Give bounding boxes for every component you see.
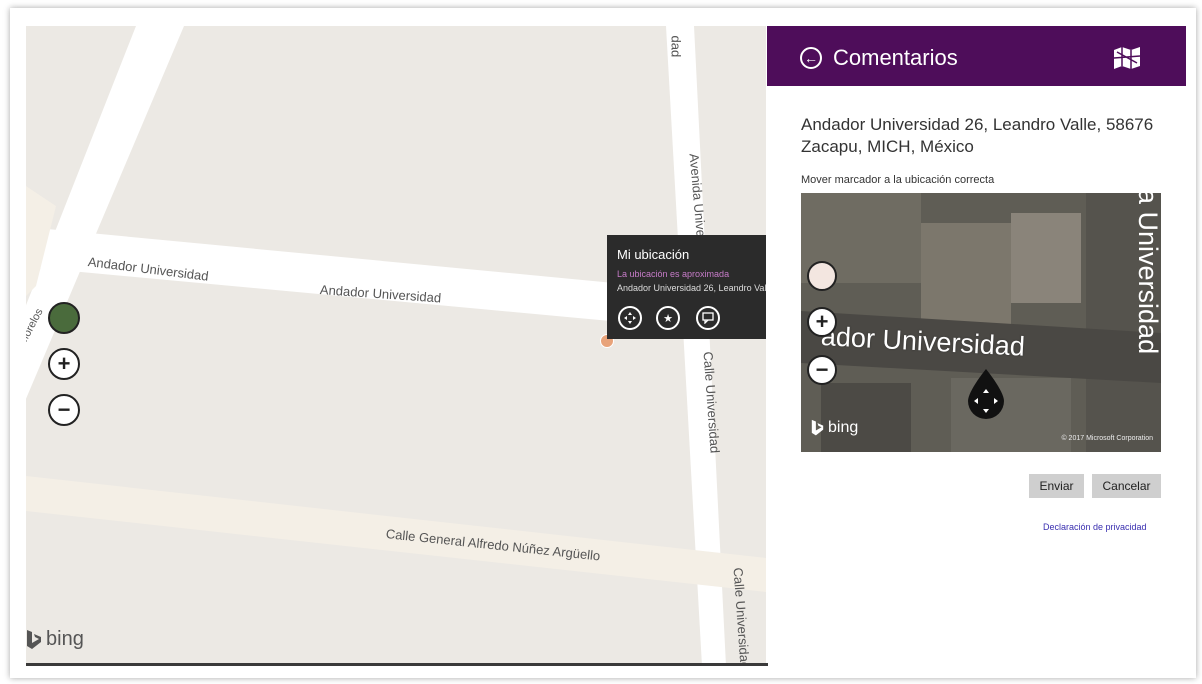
popup-address: Andador Universidad 26, Leandro Valle, 5… (617, 283, 766, 293)
sat-map-style-button[interactable] (807, 261, 837, 291)
sat-vertical-road-label: a Universidad (1133, 193, 1161, 355)
zoom-out-button[interactable]: − (48, 394, 80, 426)
back-button[interactable]: ← (800, 47, 822, 69)
bing-icon (27, 629, 41, 649)
cancel-button[interactable]: Cancelar (1092, 474, 1161, 498)
star-icon: ★ (663, 312, 673, 325)
bing-icon (811, 419, 824, 436)
sat-zoom-in-button[interactable]: + (807, 307, 837, 337)
location-popup: Mi ubicación La ubicación es aproximada … (607, 235, 766, 339)
move-marker-hint: Mover marcador a la ubicación correcta (801, 174, 995, 186)
street-label: dad (668, 35, 684, 58)
sat-bing-logo: bing (811, 419, 858, 437)
draggable-marker-icon[interactable] (966, 367, 1006, 419)
directions-button[interactable] (618, 306, 642, 330)
bing-logo: bing (26, 628, 84, 651)
feedback-button[interactable] (696, 306, 720, 330)
feedback-address: Andador Universidad 26, Leandro Valle, 5… (801, 115, 1154, 156)
map-bottom-border (26, 663, 768, 666)
popup-title: Mi ubicación (617, 247, 690, 262)
panel-title: Comentarios (833, 45, 958, 70)
favorite-button[interactable]: ★ (656, 306, 680, 330)
satellite-map[interactable]: ador Universidad a Universidad + − bing … (801, 193, 1161, 452)
comment-icon (702, 312, 714, 324)
map-view[interactable]: Andador Universidad Andador Universidad … (26, 26, 766, 666)
move-icon (624, 312, 636, 324)
popup-accuracy: La ubicación es aproximada (617, 269, 730, 279)
street-network (26, 26, 766, 666)
bing-label: bing (46, 628, 84, 650)
sat-bing-label: bing (828, 419, 859, 436)
back-arrow-icon: ← (804, 50, 818, 66)
privacy-link[interactable]: Declaración de privacidad (1043, 522, 1147, 532)
map-icon[interactable] (1113, 46, 1141, 70)
map-style-button[interactable] (48, 302, 80, 334)
sat-zoom-out-button[interactable]: − (807, 355, 837, 385)
panel-header: ← Comentarios (767, 26, 1186, 86)
zoom-in-button[interactable]: + (48, 348, 80, 380)
send-button[interactable]: Enviar (1029, 474, 1084, 498)
copyright-text: © 2017 Microsoft Corporation (1061, 435, 1153, 442)
